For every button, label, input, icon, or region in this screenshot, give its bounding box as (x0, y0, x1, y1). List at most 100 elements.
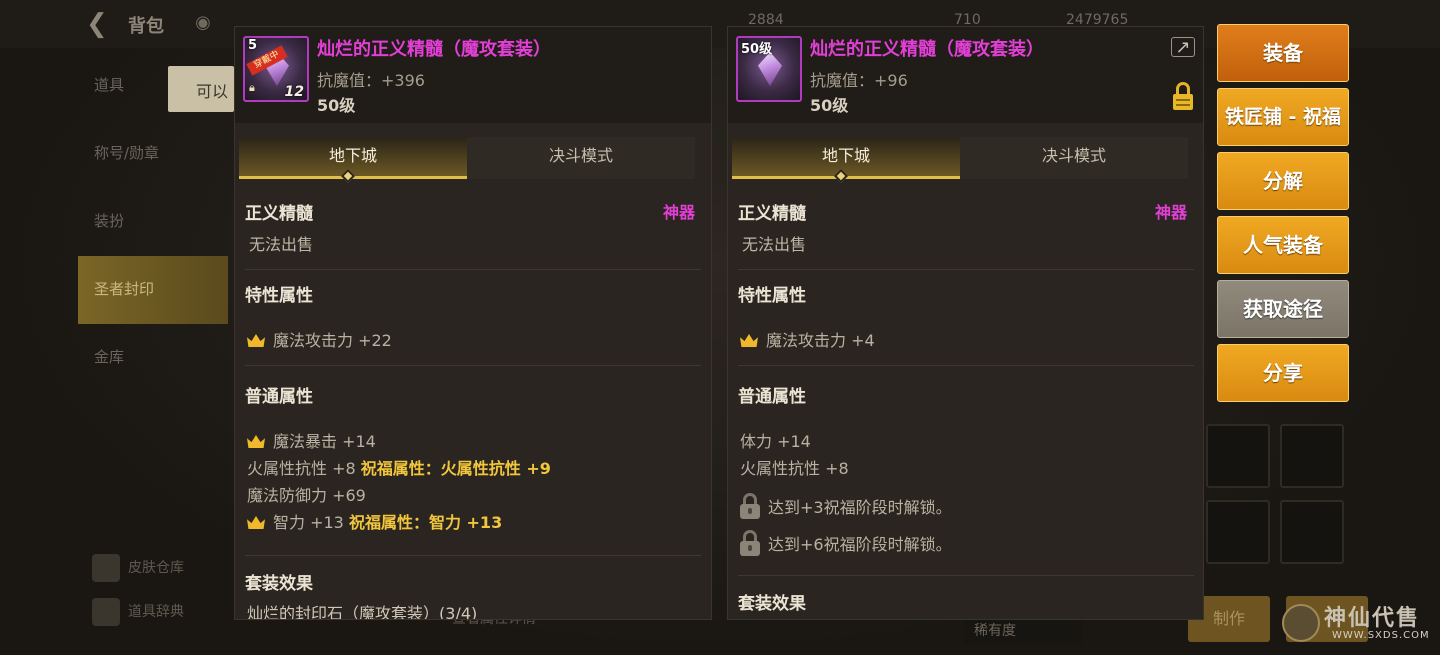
crown-icon (740, 334, 758, 347)
item-category: 正义精髓 (738, 204, 806, 224)
item-name: 灿烂的正义精髓（魔攻套装） (810, 39, 1044, 60)
sidebar-item-items[interactable]: 道具 (78, 52, 228, 120)
external-link-icon[interactable]: ↗ (1171, 37, 1195, 58)
item-name: 灿烂的正义精髓（魔攻套装） (317, 39, 551, 60)
trade-status: 无法出售 (249, 235, 314, 254)
lock-icon (740, 530, 760, 556)
locked-stat-line: 达到+3祝福阶段时解锁。 (740, 493, 952, 519)
set-section-title: 套装效果 (245, 574, 313, 594)
common-stat-text: 智力 +13 (273, 513, 344, 532)
visibility-icon[interactable]: ◉ (190, 12, 216, 36)
equipped-item-panel: 5 穿戴中 🔒︎ 12 灿烂的正义精髓（魔攻套装） 抗魔值：+396 50级 地… (234, 26, 712, 620)
item-level: 50级 (810, 96, 849, 115)
bless-stat-text: 祝福属性：火属性抗性 +9 (360, 459, 551, 478)
item-level: 50级 (317, 96, 356, 115)
item-grade: 神器 (662, 203, 695, 222)
bless-stat-text: 祝福属性：智力 +13 (348, 513, 503, 532)
crown-icon (247, 334, 265, 347)
crown-icon (247, 516, 265, 529)
set-section-title: 套装效果 (738, 594, 806, 614)
watermark-url: WWW.SXDS.COM (1332, 630, 1430, 641)
item-dictionary-icon (92, 598, 120, 626)
tab-dungeon[interactable]: 地下城 (732, 137, 960, 179)
inventory-slot[interactable] (1280, 500, 1344, 564)
inventory-sidebar: 道具 称号/勋章 装扮 圣者封印 金库 (78, 52, 228, 402)
disassemble-button[interactable]: 分解 (1217, 152, 1349, 210)
item-grade: 神器 (1154, 203, 1187, 222)
item-resist-stat: 抗魔值：+396 (317, 71, 425, 90)
crown-icon (247, 435, 265, 448)
common-section-title: 普通属性 (738, 387, 806, 407)
sidebar-item-vault[interactable]: 金库 (78, 324, 228, 392)
skin-storage-label: 皮肤仓库 (128, 560, 184, 576)
sidebar-item-titles[interactable]: 称号/勋章 (78, 120, 228, 188)
common-stat-text: 魔法防御力 +69 (247, 486, 366, 505)
icon-level: 5 (248, 38, 258, 53)
trade-status: 无法出售 (742, 235, 807, 254)
common-stat-text: 火属性抗性 +8 (247, 459, 356, 478)
divider (245, 365, 701, 366)
common-stat-line: 火属性抗性 +8 (740, 459, 849, 478)
icon-count: 12 (284, 84, 304, 100)
divider (245, 269, 701, 270)
mode-tabs: 地下城 决斗模式 (239, 137, 709, 179)
tab-duel[interactable]: 决斗模式 (960, 137, 1188, 179)
popular-equipment-button[interactable]: 人气装备 (1217, 216, 1349, 274)
item-header: 50级 灿烂的正义精髓（魔攻套装） 抗魔值：+96 50级 ↗ (728, 27, 1203, 123)
sidebar-item-costume[interactable]: 装扮 (78, 188, 228, 256)
inventory-slot[interactable] (1206, 500, 1270, 564)
trait-line: 魔法攻击力 +22 (247, 327, 392, 351)
back-arrow-icon[interactable]: ❮ (86, 8, 118, 40)
common-stat-text: 魔法暴击 +14 (273, 432, 376, 451)
item-dictionary-link[interactable]: 道具辞典 (92, 598, 184, 626)
item-icon: 50级 (736, 36, 802, 102)
divider (738, 269, 1194, 270)
trait-section-title: 特性属性 (738, 286, 806, 306)
trait-line: 魔法攻击力 +4 (740, 327, 875, 351)
watermark: 神仙代售 WWW.SXDS.COM (1280, 596, 1440, 651)
divider (245, 555, 701, 556)
sidebar-item-seal[interactable]: 圣者封印 (78, 256, 228, 324)
watermark-text: 神仙代售 (1324, 606, 1421, 631)
lock-icon: 🔒︎ (249, 81, 255, 94)
common-stat-line: 火属性抗性 +8 祝福属性：火属性抗性 +9 (247, 455, 551, 479)
gem-icon (758, 52, 782, 86)
locked-stat-text: 达到+6祝福阶段时解锁。 (768, 535, 952, 554)
inventory-grid (1206, 410, 1356, 580)
common-section-title: 普通属性 (245, 387, 313, 407)
item-dictionary-label: 道具辞典 (128, 604, 184, 620)
trait-text: 魔法攻击力 +4 (766, 331, 875, 350)
blacksmith-bless-button[interactable]: 铁匠铺 - 祝福 (1217, 88, 1349, 146)
lock-icon[interactable] (1173, 82, 1193, 110)
trait-text: 魔法攻击力 +22 (273, 331, 392, 350)
inventory-title: 背包 (128, 16, 164, 37)
common-stat-line: 魔法防御力 +69 (247, 482, 366, 506)
locked-stat-text: 达到+3祝福阶段时解锁。 (768, 498, 952, 517)
item-category: 正义精髓 (245, 204, 313, 224)
inventory-slot[interactable] (1206, 424, 1270, 488)
icon-level: 50级 (741, 42, 773, 57)
locked-stat-line: 达到+6祝福阶段时解锁。 (740, 530, 952, 556)
common-stat-line: 体力 +14 (740, 432, 811, 451)
acquisition-route-button[interactable]: 获取途径 (1217, 280, 1349, 338)
skin-storage-link[interactable]: 皮肤仓库 (92, 554, 184, 582)
trait-section-title: 特性属性 (245, 286, 313, 306)
divider (738, 575, 1194, 576)
inventory-slot[interactable] (1280, 424, 1344, 488)
share-button[interactable]: 分享 (1217, 344, 1349, 402)
divider (738, 365, 1194, 366)
watermark-logo-icon (1282, 604, 1320, 642)
equip-button[interactable]: 装备 (1217, 24, 1349, 82)
item-icon: 5 穿戴中 🔒︎ 12 (243, 36, 309, 102)
mode-tabs: 地下城 决斗模式 (732, 137, 1202, 179)
compare-item-panel: 50级 灿烂的正义精髓（魔攻套装） 抗魔值：+96 50级 ↗ 地下城 决斗模式… (727, 26, 1204, 620)
common-stat-line: 智力 +13 祝福属性：智力 +13 (247, 509, 502, 533)
item-resist-stat: 抗魔值：+96 (810, 71, 908, 90)
tab-duel[interactable]: 决斗模式 (467, 137, 695, 179)
lock-icon (740, 493, 760, 519)
tab-dungeon[interactable]: 地下城 (239, 137, 467, 179)
skin-storage-icon (92, 554, 120, 582)
common-stat-line: 魔法暴击 +14 (247, 428, 376, 452)
item-header: 5 穿戴中 🔒︎ 12 灿烂的正义精髓（魔攻套装） 抗魔值：+396 50级 (235, 27, 711, 123)
set-name: 灿烂的封印石（魔攻套装）(3/4) (247, 604, 478, 620)
